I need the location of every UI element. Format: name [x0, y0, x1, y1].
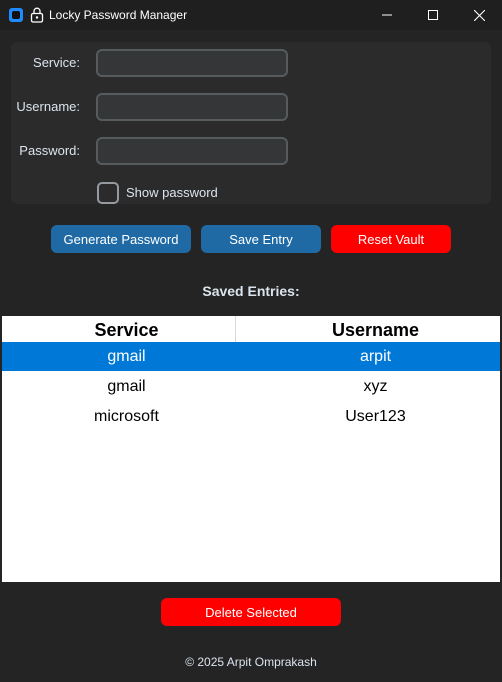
lock-icon	[30, 7, 44, 23]
app-icon	[9, 8, 23, 22]
table-header: Service Username	[2, 316, 500, 342]
username-input[interactable]	[96, 93, 288, 121]
minimize-icon	[382, 14, 392, 16]
save-entry-button[interactable]: Save Entry	[201, 225, 321, 253]
reset-vault-button[interactable]: Reset Vault	[331, 225, 451, 253]
show-password-label[interactable]: Show password	[126, 185, 218, 200]
maximize-button[interactable]	[410, 0, 456, 30]
username-cell: arpit	[359, 348, 392, 365]
service-cell: microsoft	[94, 408, 159, 425]
show-password-checkbox[interactable]	[97, 182, 119, 204]
service-cell: gmail	[107, 378, 146, 395]
table-row[interactable]: microsoft User123	[2, 402, 500, 431]
close-button[interactable]	[456, 0, 502, 30]
delete-selected-button[interactable]: Delete Selected	[161, 598, 341, 626]
service-cell: gmail	[107, 348, 146, 365]
service-label: Service:	[33, 55, 80, 70]
table-row[interactable]: gmail arpit	[2, 342, 500, 371]
entries-table[interactable]: Service Username gmail arpit gmail xyz m…	[2, 316, 500, 582]
username-label: Username:	[16, 99, 80, 114]
title-bar: Locky Password Manager	[0, 0, 502, 30]
username-cell: User123	[345, 408, 406, 425]
saved-entries-heading: Saved Entries:	[202, 283, 300, 299]
column-divider[interactable]	[235, 316, 236, 342]
username-cell: xyz	[363, 378, 388, 395]
close-icon	[473, 9, 485, 21]
service-input[interactable]	[96, 49, 288, 77]
table-row[interactable]: gmail xyz	[2, 372, 500, 401]
minimize-button[interactable]	[364, 0, 410, 30]
generate-password-button[interactable]: Generate Password	[51, 225, 191, 253]
password-input[interactable]	[96, 137, 288, 165]
window-title: Locky Password Manager	[49, 8, 188, 22]
column-header-username[interactable]: Username	[251, 316, 500, 342]
column-header-service[interactable]: Service	[2, 316, 251, 342]
maximize-icon	[428, 10, 438, 20]
password-label: Password:	[19, 143, 80, 158]
copyright-footer: © 2025 Arpit Omprakash	[185, 655, 317, 669]
